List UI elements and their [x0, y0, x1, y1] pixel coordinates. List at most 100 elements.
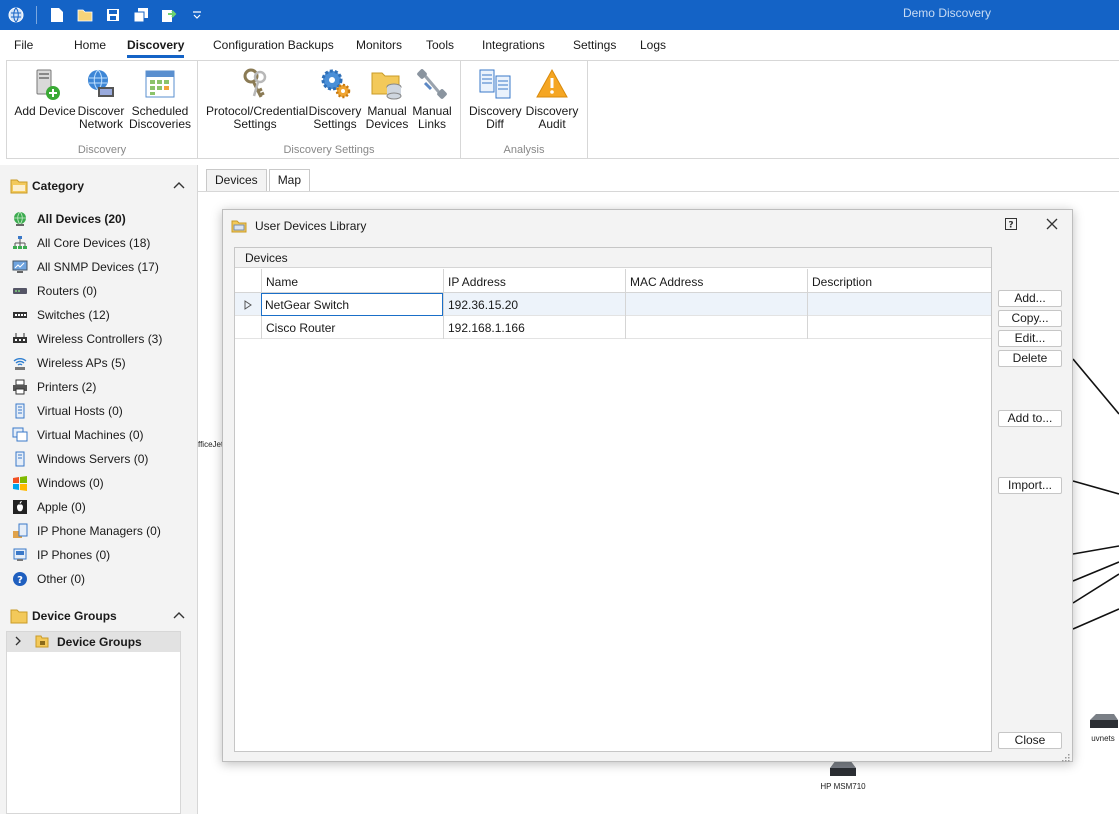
ip-phone-icon [12, 547, 28, 563]
add-to-button[interactable]: Add to... [998, 410, 1062, 427]
close-icon[interactable] [1045, 217, 1059, 231]
category-ip-phone-managers[interactable]: IP Phone Managers (0) [12, 519, 188, 543]
resize-grip-icon[interactable] [1062, 751, 1070, 762]
warning-icon [535, 67, 569, 101]
column-header-mac-address[interactable]: MAC Address [625, 269, 807, 293]
export-icon[interactable] [157, 3, 181, 27]
add-button[interactable]: Add... [998, 290, 1062, 307]
map-device-uvnets[interactable]: uvnets [1086, 710, 1119, 743]
grid-header: Name IP Address MAC Address Description [235, 269, 991, 293]
dialog-title: User Devices Library [255, 219, 367, 233]
category-windows-servers[interactable]: Windows Servers (0) [12, 447, 188, 471]
discovery-diff-button[interactable]: Discovery Diff [469, 67, 522, 131]
cell-description[interactable] [807, 316, 991, 339]
cell-ip-address[interactable]: 192.36.15.20 [443, 293, 625, 316]
category-routers[interactable]: Routers (0) [12, 279, 188, 303]
device-groups-tree: Device Groups [6, 631, 181, 814]
discovery-audit-button[interactable]: Discovery Audit [525, 67, 579, 131]
delete-button[interactable]: Delete [998, 350, 1062, 367]
tab-map[interactable]: Map [268, 169, 311, 191]
windows-logo-icon [12, 475, 28, 491]
chevron-up-icon[interactable] [172, 178, 186, 192]
menu-integrations[interactable]: Integrations [482, 38, 545, 52]
virtual-machine-icon [12, 427, 28, 443]
category-all-core-devices[interactable]: All Core Devices (18) [12, 231, 188, 255]
cell-mac-address[interactable] [625, 293, 807, 316]
menu-bar: File Home Discovery Configuration Backup… [0, 30, 1119, 58]
save-all-icon[interactable] [129, 3, 153, 27]
menu-configuration-backups[interactable]: Configuration Backups [213, 38, 334, 52]
menu-discovery[interactable]: Discovery [127, 38, 185, 58]
protocol-credential-settings-button[interactable]: Protocol/Credential Settings [206, 67, 308, 131]
category-apple[interactable]: Apple (0) [12, 495, 188, 519]
category-virtual-machines[interactable]: Virtual Machines (0) [12, 423, 188, 447]
customize-toolbar-chevron-icon[interactable] [185, 3, 209, 27]
menu-home[interactable]: Home [74, 38, 106, 52]
cell-ip-address[interactable]: 192.168.1.166 [443, 316, 625, 339]
import-button[interactable]: Import... [998, 477, 1062, 494]
menu-monitors[interactable]: Monitors [356, 38, 402, 52]
save-icon[interactable] [101, 3, 125, 27]
chevron-right-icon[interactable] [13, 635, 27, 649]
column-header-name[interactable]: Name [261, 269, 443, 293]
table-row[interactable]: Cisco Router 192.168.1.166 [235, 316, 991, 339]
open-folder-icon[interactable] [73, 3, 97, 27]
cell-name[interactable]: NetGear Switch [261, 293, 443, 316]
scheduled-discoveries-button[interactable]: Scheduled Discoveries [129, 67, 191, 131]
category-printers[interactable]: Printers (2) [12, 375, 188, 399]
menu-settings[interactable]: Settings [573, 38, 616, 52]
manual-devices-button[interactable]: Manual Devices [364, 67, 410, 131]
svg-text:?: ? [1008, 221, 1013, 231]
diff-icon [478, 67, 512, 101]
title-bar: Demo Discovery [0, 0, 1119, 30]
app-globe-icon[interactable] [4, 3, 28, 27]
cell-mac-address[interactable] [625, 316, 807, 339]
category-windows[interactable]: Windows (0) [12, 471, 188, 495]
category-wireless-controllers[interactable]: Wireless Controllers (3) [12, 327, 188, 351]
device-groups-header[interactable]: Device Groups [10, 607, 186, 625]
question-icon: ? [12, 571, 28, 587]
router-icon [12, 283, 28, 299]
add-device-button[interactable]: Add Device [11, 67, 79, 118]
help-icon[interactable]: ? [1005, 218, 1017, 231]
key-icon [238, 67, 272, 101]
device-groups-title: Device Groups [32, 609, 117, 623]
copy-button[interactable]: Copy... [998, 310, 1062, 327]
category-other[interactable]: ? Other (0) [12, 567, 188, 591]
category-switches[interactable]: Switches (12) [12, 303, 188, 327]
column-header-description[interactable]: Description [807, 269, 991, 293]
discover-network-button[interactable]: Discover Network [71, 67, 131, 131]
svg-text:?: ? [17, 575, 23, 586]
devices-section-label: Devices [235, 248, 991, 268]
category-all-snmp-devices[interactable]: All SNMP Devices (17) [12, 255, 188, 279]
map-device-officejet[interactable]: fficeJet [198, 440, 223, 449]
column-header-ip-address[interactable]: IP Address [443, 269, 625, 293]
server-icon [12, 403, 28, 419]
network-tree-icon [12, 235, 28, 251]
category-ip-phones[interactable]: IP Phones (0) [12, 543, 188, 567]
toolbar-separator [36, 6, 37, 24]
category-all-devices[interactable]: All Devices (20) [12, 207, 188, 231]
chevron-up-icon[interactable] [172, 608, 186, 622]
router-icon [1090, 714, 1118, 728]
category-header[interactable]: Category [10, 177, 186, 195]
close-button[interactable]: Close [998, 732, 1062, 749]
category-wireless-aps[interactable]: Wireless APs (5) [12, 351, 188, 375]
discovery-settings-button[interactable]: Discovery Settings [307, 67, 363, 131]
menu-logs[interactable]: Logs [640, 38, 666, 52]
tab-devices[interactable]: Devices [206, 169, 267, 191]
cell-name[interactable]: Cisco Router [261, 316, 443, 339]
menu-tools[interactable]: Tools [426, 38, 454, 52]
wireless-controller-icon [12, 331, 28, 347]
category-virtual-hosts[interactable]: Virtual Hosts (0) [12, 399, 188, 423]
table-row[interactable]: NetGear Switch 192.36.15.20 [235, 293, 991, 316]
edit-button[interactable]: Edit... [998, 330, 1062, 347]
menu-file[interactable]: File [14, 38, 33, 52]
manual-links-button[interactable]: Manual Links [409, 67, 455, 131]
tree-item-device-groups[interactable]: Device Groups [7, 632, 180, 652]
new-file-icon[interactable] [45, 3, 69, 27]
gear-icon [318, 67, 352, 101]
cell-description[interactable] [807, 293, 991, 316]
ribbon-group-label: Discovery [77, 144, 127, 156]
devices-section: Devices Name IP Address MAC Address Desc… [234, 247, 992, 752]
